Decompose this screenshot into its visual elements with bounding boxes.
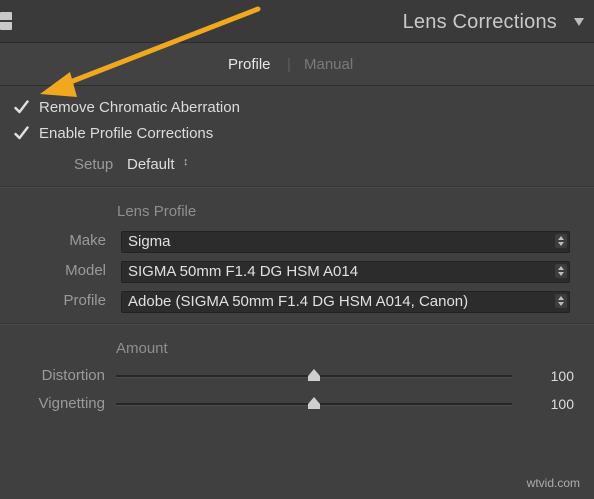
tabs-row: Profile | Manual [0,43,594,86]
vignetting-slider[interactable] [116,397,512,409]
panel-header: Lens Corrections [0,0,594,43]
updown-arrows-icon [555,234,567,248]
model-value: SIGMA 50mm F1.4 DG HSM A014 [128,263,359,280]
section-divider-highlight [0,187,594,188]
vignetting-label: Vignetting [38,395,105,412]
tab-separator: | [287,56,291,73]
model-select[interactable]: SIGMA 50mm F1.4 DG HSM A014 [121,261,570,283]
profile-value: Adobe (SIGMA 50mm F1.4 DG HSM A014, Cano… [128,293,469,310]
enable-profile-corrections-label[interactable]: Enable Profile Corrections [39,125,213,142]
distortion-value[interactable]: 100 [551,368,574,384]
checkmark-icon[interactable] [14,126,29,141]
collapse-triangle-icon[interactable] [574,18,584,26]
make-value: Sigma [128,233,171,250]
updown-arrows-icon [555,294,567,308]
lens-profile-heading: Lens Profile [117,203,197,220]
watermark: wtvid.com [526,476,580,490]
tab-profile[interactable]: Profile [228,56,271,73]
profile-label: Profile [63,292,106,309]
tab-manual[interactable]: Manual [304,56,353,73]
panel-title: Lens Corrections [402,11,557,33]
vignetting-slider-thumb[interactable] [308,397,320,409]
make-label: Make [69,232,106,249]
amount-heading: Amount [116,340,168,357]
distortion-label: Distortion [41,367,105,384]
profile-select[interactable]: Adobe (SIGMA 50mm F1.4 DG HSM A014, Cano… [121,291,570,313]
model-label: Model [65,262,106,279]
checkmark-icon[interactable] [14,100,29,115]
setup-dropdown[interactable]: Default [127,156,175,173]
make-select[interactable]: Sigma [121,231,570,253]
distortion-slider[interactable] [116,369,512,381]
updown-arrows-icon [555,264,567,278]
updown-arrows-icon[interactable]: ↕ [183,156,189,168]
panel-toggle-icon[interactable] [0,12,12,30]
vignetting-value[interactable]: 100 [551,396,574,412]
section-divider-highlight [0,324,594,325]
remove-chromatic-aberration-label[interactable]: Remove Chromatic Aberration [39,99,240,116]
distortion-slider-thumb[interactable] [308,369,320,381]
setup-label: Setup [74,156,114,173]
